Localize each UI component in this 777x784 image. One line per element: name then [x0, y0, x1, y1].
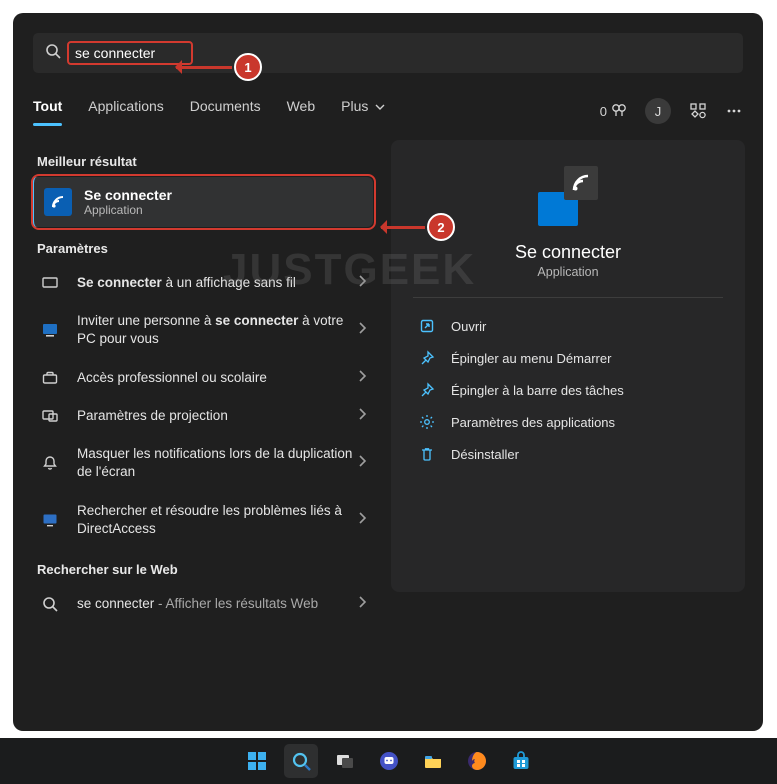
divider — [413, 297, 723, 298]
settings-item-hide-notifications[interactable]: Masquer les notifications lors de la dup… — [31, 435, 373, 491]
action-app-settings[interactable]: Paramètres des applications — [413, 406, 723, 438]
taskbar-firefox-button[interactable] — [460, 744, 494, 778]
web-search-item[interactable]: se connecter - Afficher les résultats We… — [31, 585, 373, 623]
preview-title: Se connecter — [413, 242, 723, 263]
chevron-right-icon — [357, 454, 367, 472]
settings-item-label: Accès professionnel ou scolaire — [77, 369, 357, 387]
annotation-highlight-best — [31, 174, 376, 230]
chevron-right-icon — [357, 595, 367, 613]
search-input[interactable] — [71, 43, 189, 63]
start-search-panel: Tout Applications Documents Web Plus 0 J… — [13, 13, 763, 731]
action-label: Épingler à la barre des tâches — [451, 383, 624, 398]
preview-pane: Se connecter Application Ouvrir Épingler… — [391, 140, 745, 592]
action-label: Épingler au menu Démarrer — [451, 351, 611, 366]
user-avatar[interactable]: J — [645, 98, 671, 124]
bell-icon — [37, 454, 63, 472]
more-button[interactable] — [725, 102, 743, 120]
cast-icon — [564, 166, 598, 200]
taskbar-taskview-button[interactable] — [328, 744, 362, 778]
action-open[interactable]: Ouvrir — [413, 310, 723, 342]
projection-icon — [37, 407, 63, 425]
settings-item-wireless-display[interactable]: Se connecter à un affichage sans fil — [31, 264, 373, 302]
tab-more[interactable]: Plus — [341, 98, 385, 124]
settings-item-label: Inviter une personne à se connecter à vo… — [77, 312, 357, 348]
search-icon — [37, 596, 63, 612]
options-icon[interactable] — [689, 102, 707, 120]
action-label: Ouvrir — [451, 319, 486, 334]
tab-web[interactable]: Web — [287, 98, 316, 124]
pin-icon — [415, 350, 439, 366]
trash-icon — [415, 446, 439, 462]
preview-subtitle: Application — [413, 265, 723, 279]
settings-item-work-school[interactable]: Accès professionnel ou scolaire — [31, 359, 373, 397]
search-bar[interactable] — [33, 33, 743, 73]
rewards-icon — [611, 103, 627, 119]
tab-documents[interactable]: Documents — [190, 98, 261, 124]
open-icon — [415, 318, 439, 334]
action-label: Paramètres des applications — [451, 415, 615, 430]
tab-more-label: Plus — [341, 98, 368, 114]
taskbar-store-button[interactable] — [504, 744, 538, 778]
troubleshoot-icon — [37, 511, 63, 529]
taskbar-chat-button[interactable] — [372, 744, 406, 778]
settings-item-projection[interactable]: Paramètres de projection — [31, 397, 373, 435]
chevron-down-icon — [375, 102, 385, 112]
settings-item-label: Rechercher et résoudre les problèmes lié… — [77, 502, 357, 538]
chevron-right-icon — [357, 369, 367, 387]
settings-item-directaccess[interactable]: Rechercher et résoudre les problèmes lié… — [31, 492, 373, 548]
action-pin-start[interactable]: Épingler au menu Démarrer — [413, 342, 723, 374]
settings-item-label: Paramètres de projection — [77, 407, 357, 425]
chevron-right-icon — [357, 511, 367, 529]
web-item-label: se connecter - Afficher les résultats We… — [77, 595, 357, 613]
start-button[interactable] — [240, 744, 274, 778]
best-result-item[interactable]: Se connecter Application — [31, 177, 373, 227]
settings-item-label: Se connecter à un affichage sans fil — [77, 274, 357, 292]
taskbar — [0, 738, 777, 784]
settings-item-label: Masquer les notifications lors de la dup… — [77, 445, 357, 481]
chevron-right-icon — [357, 407, 367, 425]
filter-tabs: Tout Applications Documents Web Plus 0 J — [33, 93, 743, 130]
section-web-search: Rechercher sur le Web — [37, 562, 373, 577]
section-settings: Paramètres — [37, 241, 373, 256]
app-large-icon — [538, 166, 598, 226]
chevron-right-icon — [357, 321, 367, 339]
best-result-title: Se connecter — [84, 187, 172, 203]
gear-icon — [415, 414, 439, 430]
rewards-badge[interactable]: 0 — [600, 103, 627, 119]
tab-applications[interactable]: Applications — [88, 98, 164, 124]
search-icon — [45, 43, 61, 64]
chevron-right-icon — [357, 274, 367, 292]
connect-app-icon — [44, 188, 72, 216]
briefcase-icon — [37, 369, 63, 387]
taskbar-explorer-button[interactable] — [416, 744, 450, 778]
action-pin-taskbar[interactable]: Épingler à la barre des tâches — [413, 374, 723, 406]
display-icon — [37, 274, 63, 292]
tab-all[interactable]: Tout — [33, 98, 62, 124]
pin-icon — [415, 382, 439, 398]
results-column: Meilleur résultat Se connecter Applicati… — [31, 140, 373, 623]
rewards-count: 0 — [600, 104, 607, 119]
remote-assist-icon — [37, 321, 63, 339]
action-uninstall[interactable]: Désinstaller — [413, 438, 723, 470]
taskbar-search-button[interactable] — [284, 744, 318, 778]
action-label: Désinstaller — [451, 447, 519, 462]
best-result-subtitle: Application — [84, 203, 172, 217]
settings-item-invite-connect[interactable]: Inviter une personne à se connecter à vo… — [31, 302, 373, 358]
section-best-result: Meilleur résultat — [37, 154, 373, 169]
